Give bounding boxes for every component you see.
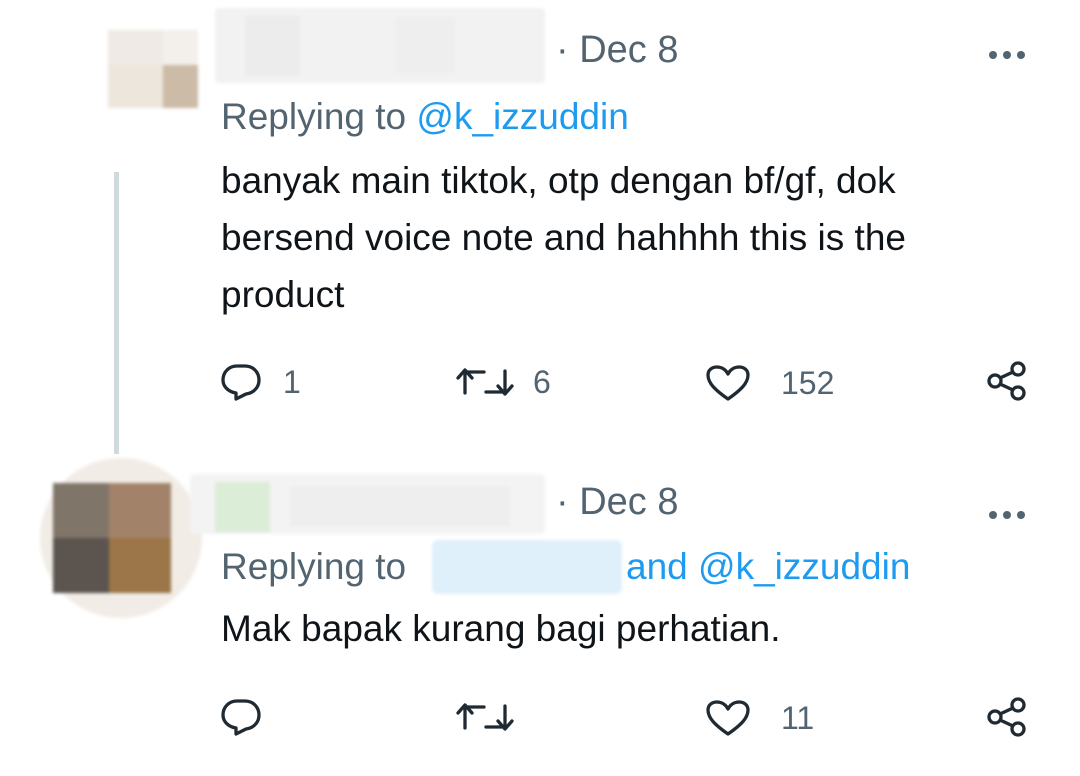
avatar-blurred[interactable] [108, 30, 198, 108]
replying-and: and [626, 546, 688, 587]
retweet-count: 6 [533, 364, 551, 400]
author-name-blurred[interactable] [215, 8, 545, 83]
replying-prefix: Replying to [221, 96, 407, 137]
avatar-blurred[interactable] [40, 458, 202, 618]
like-icon [705, 699, 751, 737]
retweet-button[interactable] [455, 700, 537, 734]
more-icon[interactable] [988, 36, 1026, 68]
reply-count: 1 [283, 364, 301, 400]
share-icon[interactable] [986, 696, 1028, 743]
replying-to: Replying to @k_izzuddin [221, 98, 629, 135]
retweet-icon [455, 700, 515, 734]
more-icon[interactable] [988, 496, 1026, 528]
replying-to-rest: and @k_izzuddin [626, 548, 910, 585]
like-icon [705, 364, 751, 402]
share-icon[interactable] [986, 360, 1028, 407]
thread-line [114, 172, 119, 454]
reply-icon [221, 363, 261, 401]
like-count: 11 [781, 700, 815, 736]
tweet-text: Mak bapak kurang bagi perhatian. [221, 608, 781, 649]
mention-link[interactable]: @k_izzuddin [698, 546, 910, 587]
like-count: 152 [781, 365, 835, 401]
reply-button[interactable]: 1 [221, 363, 301, 401]
replying-to: Replying to [221, 548, 406, 585]
mention-link[interactable]: @k_izzuddin [416, 96, 628, 137]
author-name-blurred[interactable] [190, 474, 545, 534]
retweet-icon [455, 365, 515, 399]
tweet-text: banyak main tiktok, otp dengan bf/gf, do… [221, 160, 906, 315]
tweet-date[interactable]: · Dec 8 [556, 31, 678, 69]
reply-button[interactable] [221, 698, 283, 736]
like-button[interactable]: 152 [705, 364, 834, 402]
reply-icon [221, 698, 261, 736]
mention-link-blurred[interactable] [432, 540, 622, 594]
tweet-date[interactable]: · Dec 8 [556, 483, 678, 521]
replying-prefix: Replying to [221, 546, 407, 587]
like-button[interactable]: 11 [705, 699, 814, 737]
retweet-button[interactable]: 6 [455, 365, 551, 399]
